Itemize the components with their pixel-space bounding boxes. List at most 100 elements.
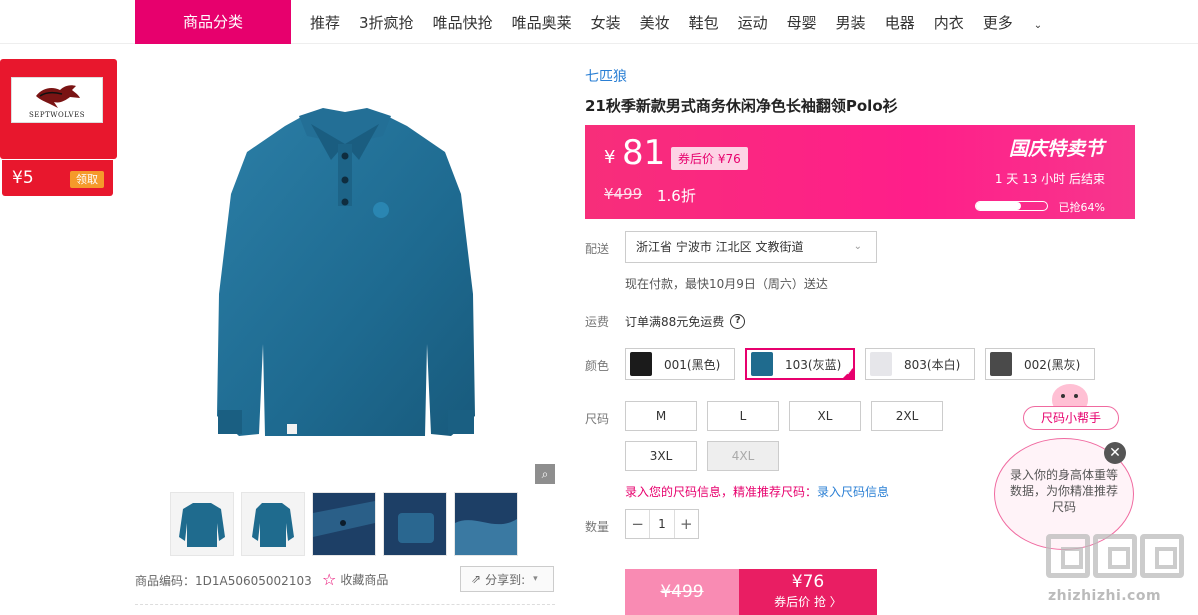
- nav-link-appliances[interactable]: 电器: [885, 12, 915, 33]
- nav-link-women[interactable]: 女装: [591, 12, 621, 33]
- thumb-shirt-side-image: [252, 503, 294, 547]
- nav-link-flash-30[interactable]: 3折疯抢: [359, 12, 414, 33]
- caret-down-icon: ▾: [533, 574, 538, 584]
- size-option-xl[interactable]: XL: [789, 401, 861, 431]
- nav-link-recommend[interactable]: 推荐: [310, 12, 340, 33]
- product-meta-row: 商品编码：1D1A50605002103 ☆ 收藏商品 ⇗ 分享到: ▾: [135, 566, 555, 602]
- discount-rate: 1.6折: [657, 187, 696, 205]
- nav-link-quick-grab[interactable]: 唯品快抢: [433, 12, 493, 33]
- sold-progress-fill: [976, 202, 1022, 210]
- favorite-label: 收藏商品: [340, 573, 389, 587]
- color-option-label: 103(灰蓝): [785, 357, 842, 372]
- nav-more-label: 更多: [982, 13, 1013, 32]
- buy-with-coupon-button[interactable]: ¥76 券后价 抢 〉: [739, 569, 877, 615]
- size-option-m[interactable]: M: [625, 401, 697, 431]
- thumbnail-fabric-detail[interactable]: [454, 492, 518, 556]
- size-tip: 录入您的尺码信息，精准推荐尺码：录入尺码信息: [625, 483, 889, 500]
- product-code-value: 1D1A50605002103: [195, 574, 312, 588]
- thumb-collar-image: [313, 501, 375, 537]
- brand-coupon-card: SEPTWOLVES: [0, 59, 117, 159]
- nav-link-underwear[interactable]: 内衣: [934, 12, 964, 33]
- chevron-down-icon: ⌄: [1033, 19, 1043, 31]
- currency-symbol: ¥: [604, 147, 616, 168]
- favorite-button[interactable]: ☆ 收藏商品: [322, 570, 388, 589]
- quantity-plus-button[interactable]: +: [675, 510, 698, 538]
- size-helper-tag[interactable]: 尺码小帮手: [1023, 406, 1119, 430]
- nav-link-baby[interactable]: 母婴: [787, 12, 817, 33]
- color-option-white[interactable]: 803(本白): [865, 348, 975, 380]
- original-price: ¥499: [604, 185, 643, 203]
- thumbnail-strip: [170, 492, 525, 556]
- color-option-black[interactable]: 001(黑色): [625, 348, 735, 380]
- buy-coupon-price: ¥76: [791, 572, 825, 592]
- quantity-input[interactable]: 1: [649, 510, 675, 538]
- coupon-claim-row: ¥5 领取: [2, 160, 113, 196]
- current-price: 81: [622, 133, 666, 173]
- thumb-shirt-image: [179, 503, 225, 547]
- size-label: 尺码: [585, 412, 610, 426]
- divider: [135, 604, 555, 605]
- delivery-label: 配送: [585, 242, 610, 256]
- festival-label: 国庆特卖节: [1008, 138, 1104, 160]
- chevron-down-icon: ⌄: [853, 241, 862, 252]
- product-code: 商品编码：1D1A50605002103: [135, 572, 312, 589]
- shipping-label: 运费: [585, 315, 610, 329]
- star-icon: ☆: [322, 570, 337, 589]
- sold-percentage: 已抢64%: [1058, 201, 1105, 214]
- nav-link-outlet[interactable]: 唯品奥莱: [512, 12, 572, 33]
- color-label: 颜色: [585, 359, 610, 373]
- quantity-minus-button[interactable]: −: [626, 510, 649, 538]
- size-option-2xl[interactable]: 2XL: [871, 401, 943, 431]
- nav-link-more[interactable]: 更多 ⌄: [983, 12, 1061, 33]
- address-value: 浙江省 宁波市 江北区 文教街道: [636, 240, 804, 254]
- nav-link-men[interactable]: 男装: [836, 12, 866, 33]
- color-option-label: 002(黑灰): [1024, 357, 1081, 372]
- countdown-text: 1 天 13 小时 后结束: [994, 172, 1105, 186]
- sold-progress-bar: [975, 201, 1048, 211]
- size-tip-text: 录入您的尺码信息，精准推荐尺码：: [625, 485, 818, 499]
- after-coupon-price-tag: 券后价 ¥76: [671, 147, 748, 170]
- shipping-text: 订单满88元免运费: [625, 315, 725, 329]
- help-icon[interactable]: ?: [730, 314, 746, 329]
- color-option-label: 001(黑色): [664, 357, 721, 372]
- watermark-glyph: [1093, 534, 1137, 578]
- thumbnail-collar-detail[interactable]: [312, 492, 376, 556]
- thumbnail-side[interactable]: [241, 492, 305, 556]
- buy-original-price-button[interactable]: ¥499: [625, 569, 739, 615]
- coupon-amount: ¥5: [12, 168, 34, 188]
- share-icon: ⇗: [471, 572, 482, 586]
- enter-size-link[interactable]: 录入尺码信息: [817, 485, 889, 499]
- delivery-estimate: 现在付款，最快10月9日（周六）送达: [625, 277, 828, 291]
- share-dropdown[interactable]: ⇗ 分享到: ▾: [460, 566, 554, 592]
- thumbnail-front[interactable]: [170, 492, 234, 556]
- main-product-image[interactable]: [135, 44, 555, 489]
- watermark: zhizhizhi.com: [1046, 534, 1191, 606]
- category-menu-button[interactable]: 商品分类: [135, 0, 291, 44]
- color-option-gray-blue[interactable]: 103(灰蓝): [745, 348, 855, 380]
- color-swatch: [630, 352, 652, 376]
- top-nav: 商品分类 推荐 3折疯抢 唯品快抢 唯品奥莱 女装 美妆 鞋包 运动 母婴 男装…: [0, 0, 1198, 44]
- nav-link-sports[interactable]: 运动: [738, 12, 768, 33]
- brand-logo-text: SEPTWOLVES: [29, 111, 85, 119]
- address-selector[interactable]: 浙江省 宁波市 江北区 文教街道 ⌄: [625, 231, 877, 263]
- price-banner: ¥ 81 券后价 ¥76 ¥499 1.6折 国庆特卖节 1 天 13 小时 后…: [585, 125, 1135, 219]
- color-option-dark-gray[interactable]: 002(黑灰): [985, 348, 1095, 380]
- nav-link-beauty[interactable]: 美妆: [640, 12, 670, 33]
- product-code-label: 商品编码：: [135, 574, 196, 588]
- product-title: 21秋季新款男式商务休闲净色长袖翻领Polo衫: [585, 97, 898, 115]
- watermark-glyph: [1140, 534, 1184, 578]
- size-option-3xl[interactable]: 3XL: [625, 441, 697, 471]
- wolf-logo-icon: [36, 85, 80, 108]
- share-label: 分享到:: [485, 572, 526, 587]
- claim-coupon-button[interactable]: 领取: [70, 171, 104, 188]
- brand-link[interactable]: 七匹狼: [585, 66, 627, 86]
- thumbnail-cuff-detail[interactable]: [383, 492, 447, 556]
- thumb-fabric-image: [455, 519, 517, 555]
- color-swatch: [870, 352, 892, 376]
- buy-coupon-action: 券后价 抢 〉: [774, 595, 842, 609]
- watermark-glyphs: [1046, 534, 1187, 578]
- size-option-l[interactable]: L: [707, 401, 779, 431]
- close-icon[interactable]: ✕: [1104, 442, 1126, 464]
- nav-link-shoes-bags[interactable]: 鞋包: [689, 12, 719, 33]
- zoom-icon[interactable]: ⌕: [535, 464, 555, 484]
